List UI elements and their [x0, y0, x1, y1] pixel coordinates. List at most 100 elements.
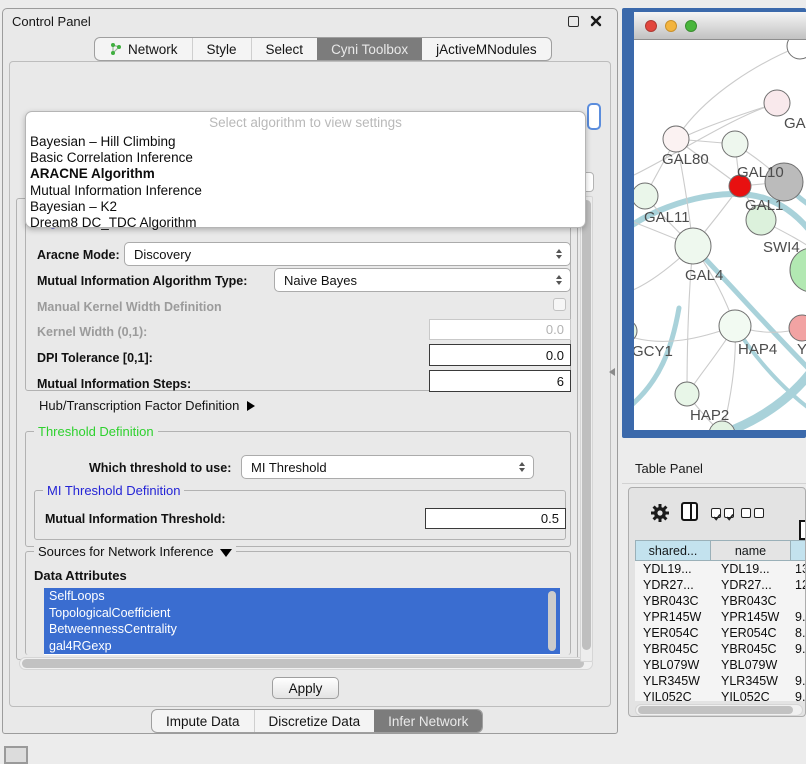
algorithm-option[interactable]: Basic Correlation Inference — [26, 150, 585, 166]
list-item[interactable]: gal4RGexp — [44, 638, 560, 655]
table-row[interactable]: YBL079WYBL079W — [635, 657, 806, 673]
table-row[interactable]: YBR045CYBR045C9. — [635, 641, 806, 657]
settings-hscrollbar[interactable] — [19, 657, 593, 670]
cell[interactable]: 9. — [791, 673, 806, 689]
list-item[interactable]: BetweennessCentrality — [44, 621, 560, 638]
table-row[interactable]: YPR145WYPR145W9. — [635, 609, 806, 625]
new-table-icon[interactable] — [799, 520, 806, 540]
hscrollbar-thumb[interactable] — [638, 706, 793, 714]
table-row[interactable]: YBR043CYBR043C — [635, 593, 806, 609]
mac-close-icon[interactable] — [645, 20, 657, 32]
mi-type-combo[interactable]: Naive Bayes — [274, 268, 571, 292]
mac-zoom-icon[interactable] — [685, 20, 697, 32]
network-node-hap2[interactable] — [675, 382, 699, 406]
cell[interactable]: YLR345W — [635, 673, 711, 689]
table-row[interactable]: YDR27...YDR27...12 — [635, 577, 806, 593]
sources-group-title[interactable]: Sources for Network Inference — [34, 544, 236, 559]
cell[interactable]: 9. — [791, 641, 806, 657]
table-row[interactable]: YDL19...YDL19...13 — [635, 561, 806, 577]
network-node-hap4[interactable] — [719, 310, 751, 342]
tab-cyni-toolbox[interactable]: Cyni Toolbox — [317, 38, 422, 60]
vscrollbar-thumb[interactable] — [582, 200, 591, 650]
network-node-gal80[interactable] — [663, 126, 689, 152]
list-scrollbar[interactable] — [548, 591, 556, 651]
aracne-mode-combo[interactable]: Discovery — [124, 242, 571, 266]
cell[interactable]: YBR045C — [711, 641, 791, 657]
algorithm-dropdown-popup: Select algorithm to view settings Bayesi… — [25, 111, 586, 228]
cell[interactable]: YPR145W — [635, 609, 711, 625]
mac-minimize-icon[interactable] — [665, 20, 677, 32]
select-all-icon[interactable] — [711, 508, 734, 518]
network-canvas[interactable]: GAL GAL80 GAL10 GAL1 GAL11 SWI4 GAL4 GCY… — [634, 40, 806, 430]
cell[interactable]: YBR045C — [635, 641, 711, 657]
tab-impute-data[interactable]: Impute Data — [152, 710, 254, 732]
tab-network[interactable]: Network — [95, 38, 192, 60]
algorithm-option[interactable]: Mutual Information Inference — [26, 183, 585, 199]
cell[interactable]: YBR043C — [711, 593, 791, 609]
table-row[interactable]: YER054CYER054C8. — [635, 625, 806, 641]
network-node-gal10[interactable] — [722, 131, 748, 157]
network-window-titlebar[interactable] — [634, 12, 806, 40]
cell[interactable]: YBL079W — [635, 657, 711, 673]
tab-discretize-data[interactable]: Discretize Data — [254, 710, 375, 732]
cell[interactable]: YIL052C — [635, 689, 711, 701]
cell[interactable]: 9. — [791, 689, 806, 701]
settings-vscrollbar[interactable] — [580, 196, 593, 662]
column-header-cut[interactable] — [791, 540, 806, 561]
algorithm-option-selected[interactable]: ARACNE Algorithm — [26, 166, 585, 182]
network-node[interactable] — [787, 40, 806, 59]
table-hscrollbar[interactable] — [635, 704, 803, 716]
list-item[interactable]: SelfLoops — [44, 588, 560, 605]
table-row[interactable]: YIL052CYIL052C9. — [635, 689, 806, 701]
algorithm-option[interactable]: Bayesian – K2 — [26, 199, 585, 215]
cell[interactable]: 13 — [791, 561, 806, 577]
cell[interactable] — [791, 657, 806, 673]
deselect-all-icon[interactable] — [741, 508, 764, 518]
tab-infer-network[interactable]: Infer Network — [374, 710, 482, 732]
cell[interactable]: YPR145W — [711, 609, 791, 625]
algorithm-option[interactable]: Bayesian – Hill Climbing — [26, 134, 585, 150]
tab-select[interactable]: Select — [251, 38, 318, 60]
cell[interactable]: YLR345W — [711, 673, 791, 689]
kernel-width-field[interactable]: 0.0 — [429, 319, 571, 340]
which-threshold-combo[interactable]: MI Threshold — [241, 455, 534, 479]
cell[interactable]: 8. — [791, 625, 806, 641]
mi-threshold-field[interactable]: 0.5 — [425, 508, 566, 529]
cell[interactable]: YDL19... — [635, 561, 711, 577]
manual-kernel-checkbox[interactable] — [553, 298, 566, 311]
tab-style[interactable]: Style — [192, 38, 251, 60]
network-node-gal4[interactable] — [675, 228, 711, 264]
collapse-left-icon[interactable] — [609, 368, 615, 376]
hub-definition-expander[interactable]: Hub/Transcription Factor Definition — [39, 398, 255, 413]
threshold-definition-group: Threshold Definition Which threshold to … — [25, 431, 571, 547]
cell[interactable]: YER054C — [635, 625, 711, 641]
cell[interactable]: YIL052C — [711, 689, 791, 701]
cell[interactable]: YBR043C — [635, 593, 711, 609]
table-row[interactable]: YLR345WYLR345W9. — [635, 673, 806, 689]
cell[interactable]: YDL19... — [711, 561, 791, 577]
float-icon[interactable] — [568, 16, 579, 27]
apply-button[interactable]: Apply — [272, 677, 339, 699]
network-node[interactable] — [764, 90, 790, 116]
cell[interactable]: YER054C — [711, 625, 791, 641]
mi-steps-field[interactable]: 6 — [429, 370, 571, 392]
algorithm-option[interactable]: Dream8 DC_TDC Algorithm — [26, 215, 585, 231]
network-node-gal11[interactable] — [634, 183, 658, 209]
split-table-icon[interactable] — [681, 502, 698, 521]
list-item[interactable]: TopologicalCoefficient — [44, 605, 560, 622]
column-header-shared-name[interactable]: shared... — [635, 540, 711, 561]
cell[interactable] — [791, 593, 806, 609]
minimized-panel-icon[interactable] — [4, 746, 28, 764]
hscrollbar-thumb[interactable] — [22, 659, 584, 668]
cell[interactable]: YDR27... — [711, 577, 791, 593]
cell[interactable]: YDR27... — [635, 577, 711, 593]
cell[interactable]: 9. — [791, 609, 806, 625]
column-header-name[interactable]: name — [711, 540, 791, 561]
gear-icon[interactable] — [649, 502, 671, 524]
dpi-tolerance-field[interactable]: 0.0 — [429, 344, 571, 366]
network-node[interactable] — [789, 315, 806, 341]
close-icon[interactable] — [590, 15, 602, 27]
cell[interactable]: 12 — [791, 577, 806, 593]
tab-jactivemnodules[interactable]: jActiveMNodules — [422, 38, 551, 60]
cell[interactable]: YBL079W — [711, 657, 791, 673]
